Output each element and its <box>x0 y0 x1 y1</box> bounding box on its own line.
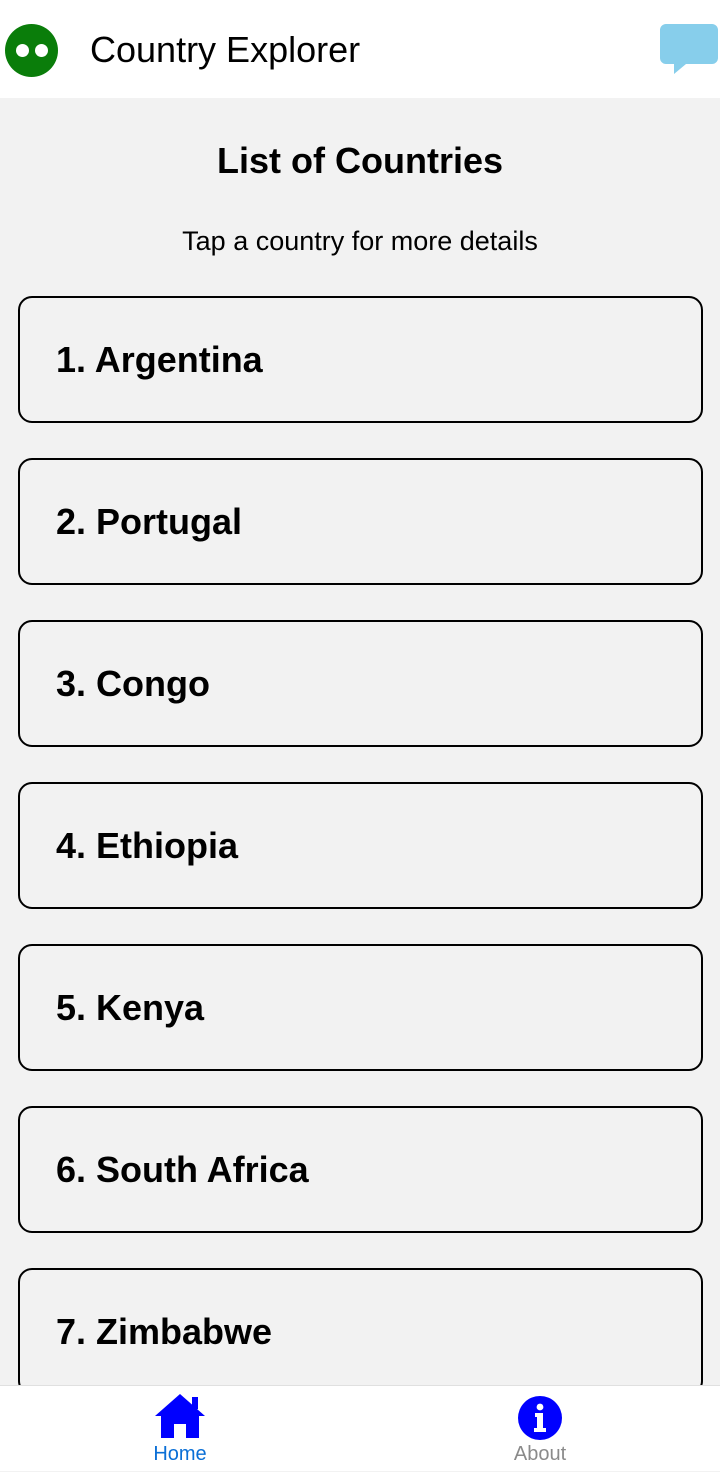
country-item-congo[interactable]: 3. Congo <box>18 620 703 747</box>
country-item-portugal[interactable]: 2. Portugal <box>18 458 703 585</box>
app-title: Country Explorer <box>90 29 361 70</box>
country-label: 4. Ethiopia <box>56 824 239 866</box>
country-item-ethiopia[interactable]: 4. Ethiopia <box>18 782 703 909</box>
country-label: 1. Argentina <box>56 338 263 380</box>
country-item-argentina[interactable]: 1. Argentina <box>18 296 703 423</box>
country-label: 2. Portugal <box>56 500 243 542</box>
country-label: 5. Kenya <box>56 986 205 1028</box>
bottom-tab-bar: Home About <box>0 1385 720 1471</box>
page-title: List of Countries <box>217 140 503 181</box>
country-label: 6. South Africa <box>56 1148 309 1190</box>
country-item-south-africa[interactable]: 6. South Africa <box>18 1106 703 1233</box>
country-list: 1. Argentina 2. Portugal 3. Congo 4. Eth… <box>18 296 703 1385</box>
country-item-zimbabwe[interactable]: 7. Zimbabwe <box>18 1268 703 1385</box>
home-icon <box>155 1394 205 1438</box>
eyes-logo-icon <box>5 24 58 77</box>
chat-bubble-icon[interactable] <box>660 24 718 76</box>
tab-home-label: Home <box>153 1443 207 1465</box>
main-content: List of Countries Tap a country for more… <box>0 98 720 1385</box>
tab-about-label: About <box>513 1443 567 1465</box>
app-header: Country Explorer <box>0 0 720 98</box>
country-item-kenya[interactable]: 5. Kenya <box>18 944 703 1071</box>
page-subtitle: Tap a country for more details <box>182 226 538 256</box>
country-label: 7. Zimbabwe <box>56 1310 273 1352</box>
tab-home[interactable]: Home <box>0 1386 360 1472</box>
info-icon <box>518 1396 562 1440</box>
country-label: 3. Congo <box>56 662 210 704</box>
tab-about[interactable]: About <box>360 1386 720 1472</box>
